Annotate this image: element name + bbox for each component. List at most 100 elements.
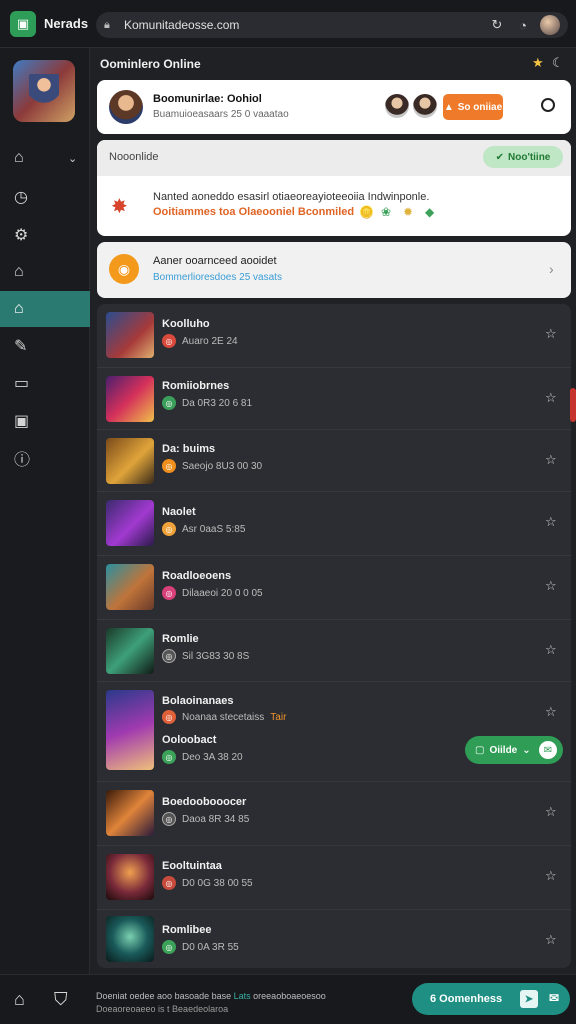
- footer-link[interactable]: Lats: [234, 991, 251, 1001]
- star-icon[interactable]: ☆: [545, 642, 557, 658]
- chevron-right-icon[interactable]: ›: [549, 261, 554, 277]
- notification-card: Nooonlide ✔ Noo'tiine ✸ Nanted aoneddo e…: [97, 140, 571, 236]
- shield-icon[interactable]: ⛉: [54, 989, 68, 1010]
- refresh-icon[interactable]: ↻: [488, 16, 506, 34]
- burst-icon: ✸: [111, 196, 128, 218]
- game-meta: ◎ Daoa 8R 34 85: [162, 812, 249, 826]
- sidebar-item-house[interactable]: ⌂: [0, 254, 90, 290]
- star-icon[interactable]: ☆: [545, 868, 557, 884]
- star-icon[interactable]: ☆: [545, 514, 557, 530]
- sidebar-item-settings[interactable]: ⚙: [0, 217, 90, 253]
- featured-game-thumbnail[interactable]: [13, 60, 75, 122]
- edge-accent: [570, 388, 576, 422]
- friend-avatar[interactable]: [413, 94, 437, 118]
- notification-label: Nooonlide: [109, 151, 159, 163]
- list-item[interactable]: Eooltuintaa ◎ D0 0G 38 00 55 ☆: [97, 846, 571, 910]
- game-meta-text: Noanaa stecetaiss: [182, 711, 265, 723]
- game-meta: ◎ Saeojo 8U3 00 30: [162, 459, 262, 473]
- online-status-pill[interactable]: ▢ Oiilde ⌄ ✉: [465, 736, 563, 764]
- send-icon[interactable]: ➤: [520, 990, 538, 1008]
- main-content: Oominlero Online ★ ☾ Boomunirlae: Oohiol…: [90, 48, 576, 974]
- online-pill-label: Oiilde: [489, 744, 518, 756]
- favorite-star-icon[interactable]: ★: [532, 55, 544, 71]
- friend-avatar[interactable]: [385, 94, 409, 118]
- list-item[interactable]: Bolaoinanaes ◎ Noanaa stecetaiss Tair Oolo…: [97, 682, 571, 782]
- coin-icon: 🪙: [359, 205, 374, 219]
- bottom-bar: ⌂ ⛉ Doeniat oedee aoo basoade base Lats …: [0, 974, 576, 1024]
- sidebar-item-timer[interactable]: ◷: [0, 179, 90, 215]
- notification-line: Nanted aoneddo esasirl otiaeoreayioteeoi…: [153, 191, 430, 203]
- sidebar-item-store[interactable]: ⌂: [0, 291, 90, 327]
- status-subtitle: Buamuioeasaars 25 0 vaaatao: [153, 109, 289, 120]
- game-meta: ◎ Asr 0aaS 5:85: [162, 522, 245, 536]
- star-icon[interactable]: ☆: [545, 932, 557, 948]
- game-title: Koolluho: [162, 318, 210, 330]
- sidebar-item-gallery[interactable]: ▣: [0, 403, 90, 439]
- chat-bubble-icon[interactable]: ✉: [546, 991, 562, 1007]
- theme-toggle-icon[interactable]: ☾: [552, 55, 564, 71]
- list-item[interactable]: Koolluho ◎ Auaro 2E 24 ☆: [97, 304, 571, 368]
- sidebar: ⌂ ⌄ ◷ ⚙ ⌂ ⌂ ✎ ▭ ▣ ⓘ: [0, 48, 90, 974]
- section-title: Oominlero Online: [100, 57, 201, 71]
- game-meta-text: Auaro 2E 24: [182, 335, 238, 347]
- game-thumbnail: [106, 438, 154, 484]
- go-online-label: So oniiae: [457, 101, 503, 113]
- game-title: Romiiobrnes: [162, 380, 230, 392]
- home-icon[interactable]: ⌂: [14, 989, 25, 1010]
- game-meta-text: D0 0G 38 00 55: [182, 877, 253, 889]
- game-thumbnail: [106, 628, 154, 674]
- members-online-label: 6 Oomenhess: [430, 993, 503, 1005]
- game-title: Boedoobooocer: [162, 796, 247, 808]
- sidebar-item-folder[interactable]: ▭: [0, 365, 90, 401]
- game-meta: ◎ Dilaaeoi 20 0 0 05: [162, 586, 263, 600]
- address-bar[interactable]: 🔒︎ ↻ ◔: [96, 12, 568, 38]
- members-online-button[interactable]: 6 Oomenhess ➤ ✉: [412, 983, 570, 1015]
- notification-badge[interactable]: ✔ Noo'tiine: [483, 146, 563, 168]
- star-icon[interactable]: ☆: [545, 578, 557, 594]
- user-avatar[interactable]: [109, 90, 143, 124]
- game-thumbnail: [106, 564, 154, 610]
- star-icon[interactable]: ☆: [545, 704, 557, 720]
- footer-subtext: Doeaoreoaeeo is t Beaedeolaroa: [96, 1004, 229, 1014]
- list-item[interactable]: Roadloeoens ◎ Dilaaeoi 20 0 0 05 ☆: [97, 556, 571, 620]
- game-meta: ◎ Deo 3A 38 20: [162, 750, 243, 764]
- star-icon[interactable]: ☆: [545, 390, 557, 406]
- game-meta-text: Asr 0aaS 5:85: [182, 523, 246, 535]
- list-item[interactable]: Romlibee ◎ D0 0A 3R 55 ☆: [97, 910, 571, 968]
- chevron-down-icon[interactable]: ⌄: [68, 152, 77, 165]
- list-item[interactable]: Da: buims ◎ Saeojo 8U3 00 30 ☆: [97, 430, 571, 492]
- status-card: Boomunirlae: Oohiol Buamuioeasaars 25 0 …: [97, 80, 571, 134]
- clock-icon[interactable]: ◔: [514, 16, 532, 34]
- message-bubble-icon[interactable]: ✉: [539, 741, 557, 759]
- game-meta: ◎ Noanaa stecetaiss Tair: [162, 710, 286, 724]
- list-item[interactable]: Romlie ◎ Sil 3G83 30 8S ☆: [97, 620, 571, 682]
- list-item[interactable]: Boedoobooocer ◎ Daoa 8R 34 85 ☆: [97, 782, 571, 846]
- sidebar-item-edit[interactable]: ✎: [0, 328, 90, 364]
- notification-badge-label: Noo'tiine: [508, 151, 551, 163]
- url-input[interactable]: [124, 18, 480, 32]
- message-card[interactable]: ◉ Aaner ooarnceed aooidet Bommerlioresdo…: [97, 242, 571, 298]
- profile-avatar[interactable]: [540, 15, 560, 35]
- sidebar-item-help[interactable]: ⓘ: [0, 440, 90, 476]
- badge-icon: ◎: [162, 334, 176, 348]
- star-icon[interactable]: ☆: [545, 804, 557, 820]
- game-meta: ◎ Da 0R3 20 6 81: [162, 396, 252, 410]
- status-ring-icon[interactable]: [541, 98, 555, 112]
- star-icon[interactable]: ☆: [545, 326, 557, 342]
- notification-link[interactable]: Ooitiammes toa Olaeooniel Bconmiled: [153, 206, 354, 218]
- game-meta: ◎ D0 0A 3R 55: [162, 940, 239, 954]
- app-logo-icon[interactable]: ▣: [10, 10, 36, 37]
- list-item[interactable]: Naolet ◎ Asr 0aaS 5:85 ☆: [97, 492, 571, 556]
- gem-icon: ◆: [425, 205, 435, 219]
- list-item[interactable]: Romiiobrnes ◎ Da 0R3 20 6 81 ☆: [97, 368, 571, 430]
- sidebar-item-home[interactable]: ⌂ ⌄: [0, 140, 90, 176]
- star-icon[interactable]: ☆: [545, 452, 557, 468]
- game-meta-text: Saeojo 8U3 00 30: [182, 460, 263, 472]
- check-icon: ✔: [495, 151, 504, 163]
- chat-square-icon: ▢: [475, 744, 485, 756]
- status-name: Boomunirlae: Oohiol: [153, 93, 262, 105]
- leaf-icon: ❀: [381, 205, 392, 219]
- game-thumbnail: [106, 790, 154, 836]
- go-online-button[interactable]: ▲ So oniiae: [443, 94, 503, 120]
- badge-icon: ◎: [162, 459, 176, 473]
